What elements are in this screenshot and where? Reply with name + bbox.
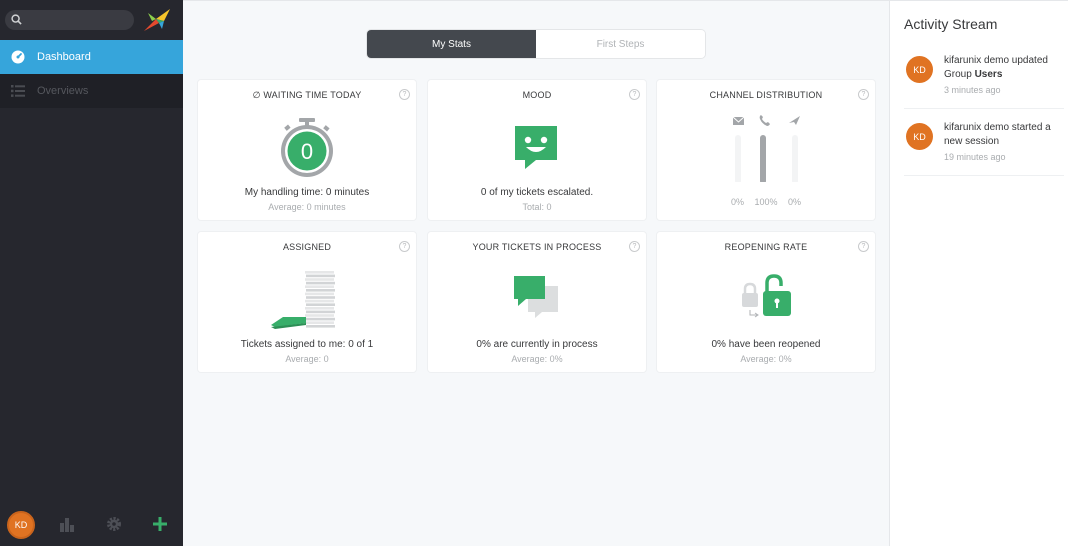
tab-first-steps[interactable]: First Steps xyxy=(536,30,705,58)
waiting-time-value: 0 xyxy=(301,139,313,164)
phone-icon xyxy=(759,115,770,126)
lock-open-icon xyxy=(742,274,791,318)
divider xyxy=(904,175,1064,176)
card-title: REOPENING RATE xyxy=(724,242,808,252)
list-icon xyxy=(10,83,26,99)
channel-percent-email: 0% xyxy=(730,197,744,207)
card-waiting-time: ∅ WAITING TIME TODAY ? 0 My handling tim… xyxy=(198,80,416,220)
sidebar: Dashboard Overviews KD xyxy=(0,0,183,546)
help-icon[interactable]: ? xyxy=(629,89,640,100)
help-icon[interactable]: ? xyxy=(399,89,410,100)
nav-item-label: Overviews xyxy=(37,85,89,97)
search-icon xyxy=(11,14,22,25)
search-input[interactable] xyxy=(27,12,127,28)
activity-object[interactable]: Users xyxy=(975,69,1003,80)
card-reopening-rate: REOPENING RATE ? 0% have been reopened A… xyxy=(657,232,875,372)
activity-time: 19 minutes ago xyxy=(944,152,1006,162)
card-sub-text: Average: 0 xyxy=(285,354,329,364)
gear-icon[interactable] xyxy=(106,516,122,532)
plus-icon[interactable] xyxy=(152,516,168,532)
card-title: ∅ WAITING TIME TODAY xyxy=(198,90,416,101)
help-icon[interactable]: ? xyxy=(858,241,869,252)
stopwatch-icon: 0 xyxy=(281,118,333,177)
card-channel-distribution: CHANNEL DISTRIBUTION ? 0% 100% 0% xyxy=(657,80,875,220)
stats-icon[interactable] xyxy=(59,516,75,532)
dashboard-icon xyxy=(10,49,26,65)
divider xyxy=(904,108,1064,109)
card-assigned: ASSIGNED ? Tickets assigned to me: 0 of … xyxy=(198,232,416,372)
nav-item-label: Dashboard xyxy=(37,51,91,63)
sidebar-header xyxy=(0,0,183,40)
card-main-text: 0% are currently in process xyxy=(476,339,598,350)
channel-percent-labels: 0% 100% 0% xyxy=(657,197,875,207)
card-title: CHANNEL DISTRIBUTION xyxy=(709,90,823,100)
channel-bar-send xyxy=(792,135,798,182)
tab-bar: My Stats First Steps xyxy=(367,30,705,58)
card-title: YOUR TICKETS IN PROCESS xyxy=(472,242,602,252)
card-main-text: My handling time: 0 minutes xyxy=(244,187,370,198)
search-box[interactable] xyxy=(5,10,134,30)
dashboard-main: My Stats First Steps ∅ WAITING TIME TODA… xyxy=(183,0,889,546)
ticket-stack-icon xyxy=(271,271,335,329)
card-main-text: 0 of my tickets escalated. xyxy=(480,187,594,198)
card-mood: MOOD ? 0 of my tickets escalated. Total:… xyxy=(428,80,646,220)
nav-item-dashboard[interactable]: Dashboard xyxy=(0,40,183,74)
channel-bar-phone xyxy=(760,135,766,182)
card-title: ASSIGNED xyxy=(282,242,332,252)
avatar[interactable]: KD xyxy=(906,56,933,83)
card-sub-text: Average: 0 minutes xyxy=(268,202,346,212)
channel-bars xyxy=(732,115,800,182)
activity-text: kifarunix demo started a new session 19 … xyxy=(944,121,1068,164)
activity-message: kifarunix demo started a new session xyxy=(944,122,1051,147)
card-sub-text: Average: 0% xyxy=(740,354,792,364)
nav-item-overviews[interactable]: Overviews xyxy=(0,74,183,108)
logo-icon[interactable] xyxy=(142,7,172,33)
activity-title: Activity Stream xyxy=(904,16,998,32)
card-title-text: WAITING TIME TODAY xyxy=(263,90,362,100)
channel-percent-phone: 100% xyxy=(754,197,778,207)
activity-time: 3 minutes ago xyxy=(944,85,1001,95)
channel-percent-send: 0% xyxy=(788,197,802,207)
avatar[interactable]: KD xyxy=(906,123,933,150)
email-icon xyxy=(732,116,745,125)
help-icon[interactable]: ? xyxy=(399,241,410,252)
empty-set-glyph: ∅ xyxy=(252,90,261,100)
card-main-text: Tickets assigned to me: 0 of 1 xyxy=(240,339,374,350)
card-sub-text: Total: 0 xyxy=(522,202,552,212)
happy-face-icon xyxy=(515,126,557,169)
help-icon[interactable]: ? xyxy=(629,241,640,252)
send-icon xyxy=(789,116,800,125)
card-main-text: 0% have been reopened xyxy=(711,339,821,350)
chat-bubbles-icon xyxy=(514,276,558,318)
card-sub-text: Average: 0% xyxy=(511,354,563,364)
activity-text: kifarunix demo updated Group Users 3 min… xyxy=(944,54,1068,97)
card-tickets-in-process: YOUR TICKETS IN PROCESS ? 0% are current… xyxy=(428,232,646,372)
tab-my-stats[interactable]: My Stats xyxy=(367,30,536,58)
card-title: MOOD xyxy=(522,90,552,100)
avatar[interactable]: KD xyxy=(7,511,35,539)
help-icon[interactable]: ? xyxy=(858,89,869,100)
sidebar-footer: KD xyxy=(0,506,183,546)
channel-bar-email xyxy=(735,135,741,182)
activity-stream: Activity Stream KD kifarunix demo update… xyxy=(889,0,1068,546)
